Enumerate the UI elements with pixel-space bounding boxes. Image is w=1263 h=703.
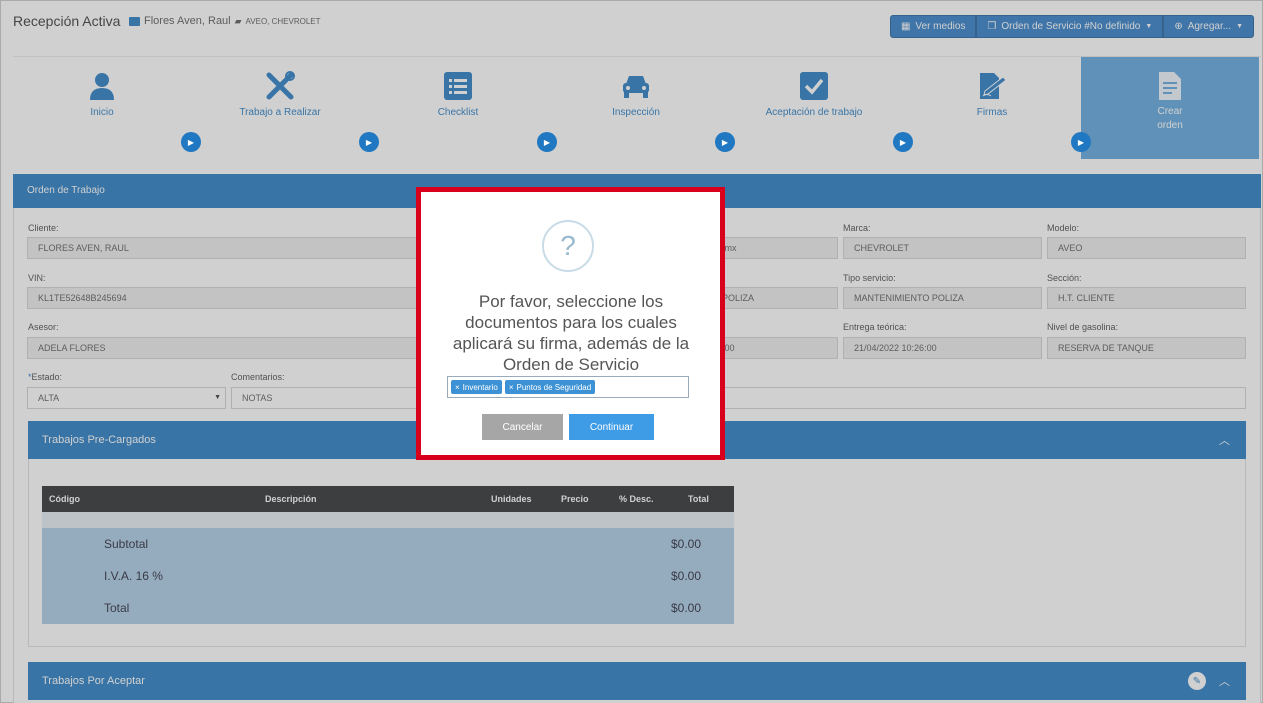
step-arrow-icon[interactable]: ▶ xyxy=(359,132,379,152)
tag-label: Inventario xyxy=(462,382,498,392)
step-arrow-icon[interactable]: ▶ xyxy=(893,132,913,152)
question-icon: ? xyxy=(542,220,594,272)
step-arrow-icon[interactable]: ▶ xyxy=(181,132,201,152)
continue-button[interactable]: Continuar xyxy=(569,414,654,440)
cancel-button[interactable]: Cancelar xyxy=(482,414,563,440)
tag-puntos-seguridad[interactable]: × Puntos de Seguridad xyxy=(504,380,596,394)
tag-inventario[interactable]: × Inventario xyxy=(451,380,502,394)
step-arrow-icon[interactable]: ▶ xyxy=(715,132,735,152)
modal-message: Por favor, seleccione los documentos par… xyxy=(452,292,690,374)
tag-label: Puntos de Seguridad xyxy=(516,382,592,392)
remove-tag-icon[interactable]: × xyxy=(455,383,460,392)
modal-dialog: ? Por favor, seleccione los documentos p… xyxy=(416,187,725,460)
step-arrow-icon[interactable]: ▶ xyxy=(1071,132,1091,152)
remove-tag-icon[interactable]: × xyxy=(509,383,514,392)
document-tag-select[interactable]: × Inventario × Puntos de Seguridad xyxy=(447,376,689,398)
step-arrow-icon[interactable]: ▶ xyxy=(537,132,557,152)
